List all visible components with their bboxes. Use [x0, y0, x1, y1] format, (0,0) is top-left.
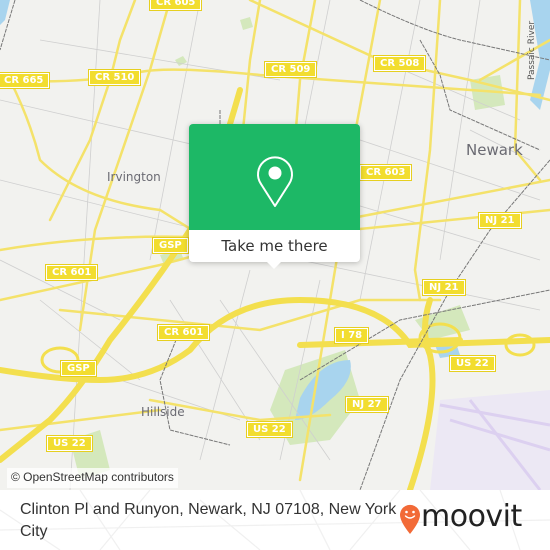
map-view[interactable]: CR 605 CR 665 CR 510 CR 509 CR 508 CR 60…: [0, 0, 550, 490]
road-shield: GSP: [152, 237, 189, 254]
road-shield: CR 509: [263, 61, 318, 78]
road-shield: GSP: [60, 360, 97, 377]
road-shield: CR 603: [358, 164, 413, 181]
popup-pointer: [266, 261, 282, 269]
road-shield: CR 510: [87, 69, 142, 86]
road-shield: CR 605: [148, 0, 203, 11]
moovit-logo[interactable]: moovit: [399, 499, 544, 537]
road-shield: US 22: [449, 355, 496, 372]
road-shield: CR 665: [0, 72, 51, 89]
road-shield: CR 601: [44, 264, 99, 281]
location-popup[interactable]: Take me there: [189, 124, 360, 269]
road-shield: I 78: [333, 327, 370, 344]
place-label-hillside: Hillside: [141, 405, 185, 419]
address-text: Clinton Pl and Runyon, Newark, NJ 07108,…: [20, 501, 397, 540]
road-shield: NJ 27: [345, 396, 389, 413]
place-label-newark: Newark: [466, 141, 523, 159]
road-shield: CR 601: [156, 324, 211, 341]
road-shield: CR 508: [372, 55, 427, 72]
moovit-pin-icon: [400, 504, 420, 534]
map-attribution[interactable]: © OpenStreetMap contributors: [7, 468, 178, 488]
take-me-there-button[interactable]: Take me there: [189, 230, 360, 262]
road-shield: US 22: [246, 421, 293, 438]
place-label-irvington: Irvington: [107, 170, 161, 184]
brand-wordmark: moovit: [421, 499, 522, 534]
road-shield: NJ 21: [422, 279, 466, 296]
road-shield: US 22: [46, 435, 93, 452]
map-pin-icon: [257, 156, 293, 207]
place-label-river: Passaic River: [527, 20, 537, 80]
popup-header: [189, 124, 360, 230]
road-shield: NJ 21: [478, 212, 522, 229]
